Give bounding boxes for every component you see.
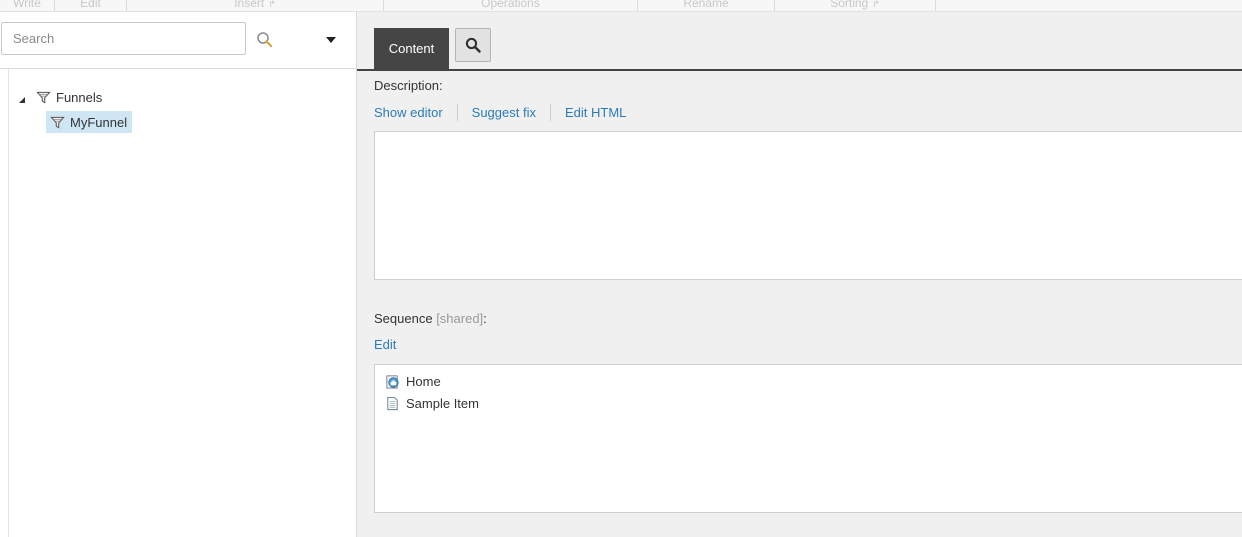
content-tree-pane: Funnels MyFunnel	[0, 12, 357, 537]
tab-content[interactable]: Content	[374, 28, 449, 69]
description-field-actions: Show editor Suggest fix Edit HTML	[374, 104, 626, 121]
link-divider	[549, 104, 551, 121]
ribbon-group-label: Edit	[80, 0, 101, 10]
list-item[interactable]: Sample Item	[385, 396, 479, 411]
tree-node-label: Funnels	[56, 89, 103, 105]
tree-node-myfunnel[interactable]: MyFunnel	[46, 111, 133, 133]
magnifier-icon[interactable]	[256, 31, 274, 49]
ribbon-group-sorting[interactable]: Sorting ↱	[775, 0, 936, 11]
sequence-field-actions: Edit	[374, 337, 396, 352]
search-input[interactable]	[1, 22, 246, 55]
edit-sequence-link[interactable]: Edit	[374, 337, 396, 352]
ribbon-group-insert[interactable]: Insert ↱	[127, 0, 384, 11]
ribbon-group-operations[interactable]: Operations	[384, 0, 638, 11]
launcher-icon[interactable]: ↱	[872, 0, 880, 9]
tree-node-label: MyFunnel	[70, 114, 128, 130]
ribbon-group-rename[interactable]: Rename	[638, 0, 775, 11]
tab-search[interactable]	[455, 28, 491, 62]
ribbon-group-edit[interactable]: Edit	[55, 0, 127, 11]
caret-down-icon[interactable]	[324, 34, 338, 46]
shared-indicator: [shared]	[436, 311, 484, 326]
ribbon-group-label: Write	[13, 0, 41, 10]
tree-node-funnels[interactable]: Funnels	[36, 87, 102, 107]
document-icon	[387, 396, 398, 411]
suggest-fix-link[interactable]: Suggest fix	[472, 105, 536, 120]
triangle-expanded-icon[interactable]	[18, 92, 26, 103]
ribbon-group-label: Insert	[234, 0, 265, 10]
edit-html-link[interactable]: Edit HTML	[565, 105, 626, 120]
magnifier-icon	[465, 37, 481, 53]
list-item[interactable]: Home	[385, 374, 441, 389]
ribbon-group-write[interactable]: Write	[0, 0, 55, 11]
label-colon: :	[483, 311, 487, 326]
funnel-icon	[50, 116, 65, 129]
show-editor-link[interactable]: Show editor	[374, 105, 443, 120]
description-rich-text-field[interactable]	[374, 131, 1242, 280]
ribbon-group-label: Rename	[683, 0, 729, 10]
editor-tab-bar: Content	[357, 12, 1242, 71]
home-page-icon	[386, 375, 399, 389]
link-divider	[456, 104, 458, 121]
tree-gutter-line	[8, 69, 9, 537]
launcher-icon[interactable]: ↱	[268, 0, 276, 9]
tree-search-bar	[0, 12, 356, 69]
sequence-field-label: Sequence [shared]:	[374, 311, 487, 326]
list-item-label: Home	[406, 374, 441, 389]
sequence-label-text: Sequence	[374, 311, 433, 326]
content-editor-pane: Content Description: Show editor Suggest…	[357, 12, 1242, 537]
description-field-label: Description:	[374, 78, 443, 93]
ribbon-toolbar: Write Edit Insert ↱ Operations Rename Sor…	[0, 0, 1242, 12]
funnel-icon	[36, 91, 51, 104]
ribbon-group-label: Operations	[481, 0, 540, 10]
sequence-treelist-field: Home Sample Item	[374, 364, 1242, 513]
list-item-label: Sample Item	[406, 396, 479, 411]
ribbon-group-label: Sorting	[830, 0, 869, 10]
